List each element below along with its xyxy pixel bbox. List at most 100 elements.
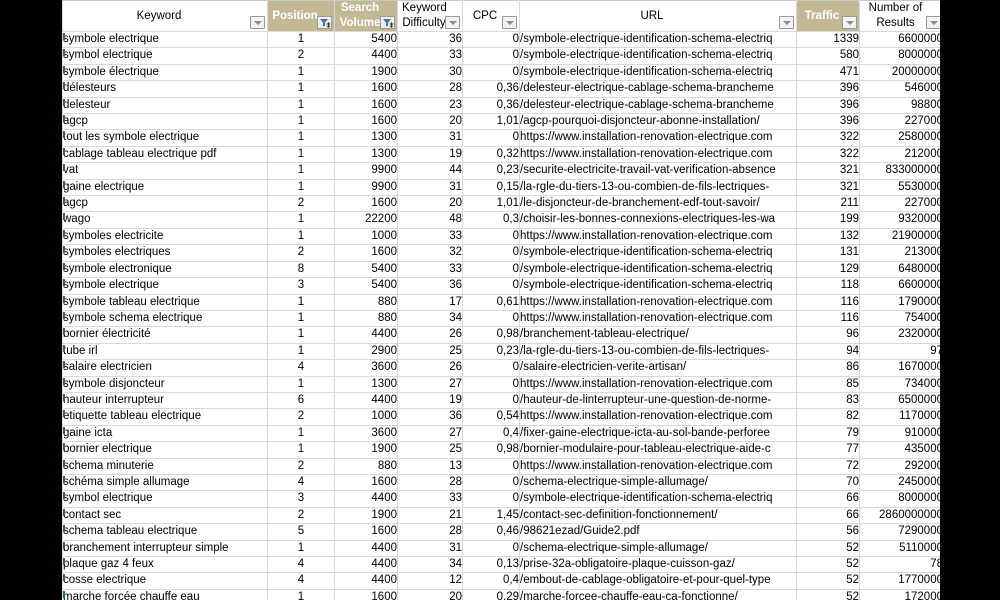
cell-search-volume[interactable]: 4400 (334, 539, 398, 558)
cell-cpc[interactable]: 0 (462, 539, 520, 558)
cell-cpc[interactable]: 1,45 (462, 506, 520, 525)
cell-number-of-results[interactable]: 910000 (859, 424, 940, 443)
cell-keyword[interactable]: symbol electrique (62, 490, 268, 508)
cell-number-of-results[interactable]: 8000000 (859, 490, 940, 508)
cell-cpc[interactable]: 0,61 (462, 293, 520, 311)
cell-traffic[interactable]: 82 (796, 408, 860, 426)
cell-cpc[interactable]: 0,3 (462, 211, 520, 229)
cell-keyword-difficulty[interactable]: 19 (397, 391, 463, 410)
cell-keyword[interactable]: contact sec (62, 506, 268, 525)
cell-position[interactable]: 1 (267, 113, 335, 131)
cell-cpc[interactable]: 0 (462, 359, 520, 377)
cell-keyword-difficulty[interactable]: 31 (397, 178, 463, 197)
cell-traffic[interactable]: 211 (796, 195, 860, 213)
table-row[interactable]: contact sec 2 1900 21 1,45/contact-sec-defin… (62, 506, 940, 525)
cell-number-of-results[interactable]: 2320000 (859, 326, 940, 344)
cell-search-volume[interactable]: 1600 (334, 473, 398, 492)
table-row[interactable]: délesteurs 1 1600 28 0,36/delesteur-electriq… (62, 80, 940, 98)
cell-keyword-difficulty[interactable]: 26 (397, 326, 463, 344)
cell-traffic[interactable]: 118 (796, 277, 860, 295)
table-row[interactable]: schéma simple allumage 4 1600 28 0/schema-el… (62, 473, 940, 492)
cell-keyword-difficulty[interactable]: 17 (397, 293, 463, 311)
cell-position[interactable]: 2 (267, 47, 335, 65)
cell-number-of-results[interactable]: 21900000 (859, 227, 940, 246)
cell-cpc[interactable]: 0,13 (462, 555, 520, 574)
cell-url[interactable]: /prise-32a-obligatoire-plaque-cuisson-ga… (519, 555, 797, 574)
cell-url[interactable]: /embout-de-cablage-obligatoire-et-pour-q… (519, 572, 797, 590)
cell-position[interactable]: 1 (267, 63, 335, 82)
table-row[interactable]: agcp 2 1600 20 1,01/le-disjoncteur-de-branch… (62, 195, 940, 213)
cell-search-volume[interactable]: 1600 (334, 80, 398, 98)
cell-keyword[interactable]: vat (62, 162, 268, 180)
dropdown-arrow-icon-keyword-difficulty[interactable] (445, 16, 460, 29)
cell-traffic[interactable]: 199 (796, 211, 860, 229)
cell-search-volume[interactable]: 3600 (334, 359, 398, 377)
cell-traffic[interactable]: 52 (796, 588, 860, 600)
cell-keyword-difficulty[interactable]: 12 (397, 572, 463, 590)
cell-cpc[interactable]: 0 (462, 473, 520, 492)
cell-position[interactable]: 3 (267, 277, 335, 295)
table-row[interactable]: symbole disjoncteur 1 1300 27 0 https://www.i… (62, 375, 940, 393)
table-row[interactable]: symbole schema electrique 1 880 34 0 https://… (62, 309, 940, 328)
cell-keyword[interactable]: symbole electrique (62, 30, 268, 49)
cell-number-of-results[interactable]: 213000 (859, 244, 940, 262)
cell-cpc[interactable]: 1,01 (462, 195, 520, 213)
cell-search-volume[interactable]: 4400 (334, 555, 398, 574)
cell-traffic[interactable]: 321 (796, 162, 860, 180)
cell-url[interactable]: /symbole-electrique-identification-schem… (519, 490, 797, 508)
cell-search-volume[interactable]: 880 (334, 293, 398, 311)
cell-url[interactable]: /la-rgle-du-tiers-13-ou-combien-de-fils-… (519, 178, 797, 197)
cell-keyword-difficulty[interactable]: 27 (397, 424, 463, 443)
table-row[interactable]: delesteur 1 1600 23 0,36/delesteur-electriqu… (62, 96, 940, 115)
cell-number-of-results[interactable]: 5530000 (859, 178, 940, 197)
cell-position[interactable]: 1 (267, 162, 335, 180)
table-row[interactable]: plaque gaz 4 feux 4 4400 34 0,13/prise-32a-o… (62, 555, 940, 574)
cell-keyword[interactable]: symbole schema electrique (62, 309, 268, 328)
cell-cpc[interactable]: 0,23 (462, 342, 520, 361)
cell-cpc[interactable]: 0,54 (462, 408, 520, 426)
cell-traffic[interactable]: 322 (796, 129, 860, 147)
cell-number-of-results[interactable]: 1170000 (859, 408, 940, 426)
cell-url[interactable]: /contact-sec-definition-fonctionnement/ (519, 506, 797, 525)
cell-number-of-results[interactable]: 7290000 (859, 523, 940, 541)
cell-keyword-difficulty[interactable]: 19 (397, 145, 463, 164)
cell-url[interactable]: /symbole-electrique-identification-schem… (519, 63, 797, 82)
cell-number-of-results[interactable]: 20000000 (859, 63, 940, 82)
cell-keyword-difficulty[interactable]: 33 (397, 490, 463, 508)
cell-number-of-results[interactable]: 6500000 (859, 391, 940, 410)
cell-position[interactable]: 2 (267, 244, 335, 262)
cell-url[interactable]: /la-rgle-du-tiers-13-ou-combien-de-fils-… (519, 342, 797, 361)
cell-url[interactable]: /symbole-electrique-identification-schem… (519, 30, 797, 49)
table-row[interactable]: branchement interrupteur simple 1 4400 31 0/… (62, 539, 940, 558)
table-row[interactable]: marche forcée chauffe eau 1 1600 20 0,29/mar… (62, 588, 940, 600)
table-row[interactable]: gaine electrique 1 9900 31 0,15/la-rgle-du-t… (62, 178, 940, 197)
cell-url[interactable]: /delesteur-electrique-cablage-schema-bra… (519, 80, 797, 98)
cell-keyword[interactable]: bornier electrique (62, 441, 268, 459)
cell-position[interactable]: 4 (267, 555, 335, 574)
cell-traffic[interactable]: 70 (796, 473, 860, 492)
cell-position[interactable]: 4 (267, 359, 335, 377)
cell-cpc[interactable]: 0,36 (462, 80, 520, 98)
cell-url[interactable]: https://www.installation-renovation-elec… (519, 129, 797, 147)
cell-cpc[interactable]: 1,01 (462, 113, 520, 131)
cell-position[interactable]: 3 (267, 490, 335, 508)
cell-position[interactable]: 4 (267, 473, 335, 492)
cell-keyword[interactable]: hauteur interrupteur (62, 391, 268, 410)
cell-search-volume[interactable]: 1900 (334, 506, 398, 525)
cell-traffic[interactable]: 94 (796, 342, 860, 361)
cell-traffic[interactable]: 396 (796, 96, 860, 115)
cell-number-of-results[interactable]: 227000 (859, 113, 940, 131)
cell-traffic[interactable]: 72 (796, 457, 860, 475)
cell-position[interactable]: 1 (267, 539, 335, 558)
cell-number-of-results[interactable]: 212000 (859, 145, 940, 164)
cell-traffic[interactable]: 396 (796, 113, 860, 131)
cell-search-volume[interactable]: 880 (334, 309, 398, 328)
cell-number-of-results[interactable]: 754000 (859, 309, 940, 328)
cell-number-of-results[interactable]: 2450000 (859, 473, 940, 492)
cell-traffic[interactable]: 77 (796, 441, 860, 459)
cell-keyword[interactable]: symbole électrique (62, 63, 268, 82)
cell-search-volume[interactable]: 1300 (334, 375, 398, 393)
cell-position[interactable]: 1 (267, 588, 335, 600)
cell-number-of-results[interactable]: 5110000 (859, 539, 940, 558)
cell-position[interactable]: 1 (267, 96, 335, 115)
